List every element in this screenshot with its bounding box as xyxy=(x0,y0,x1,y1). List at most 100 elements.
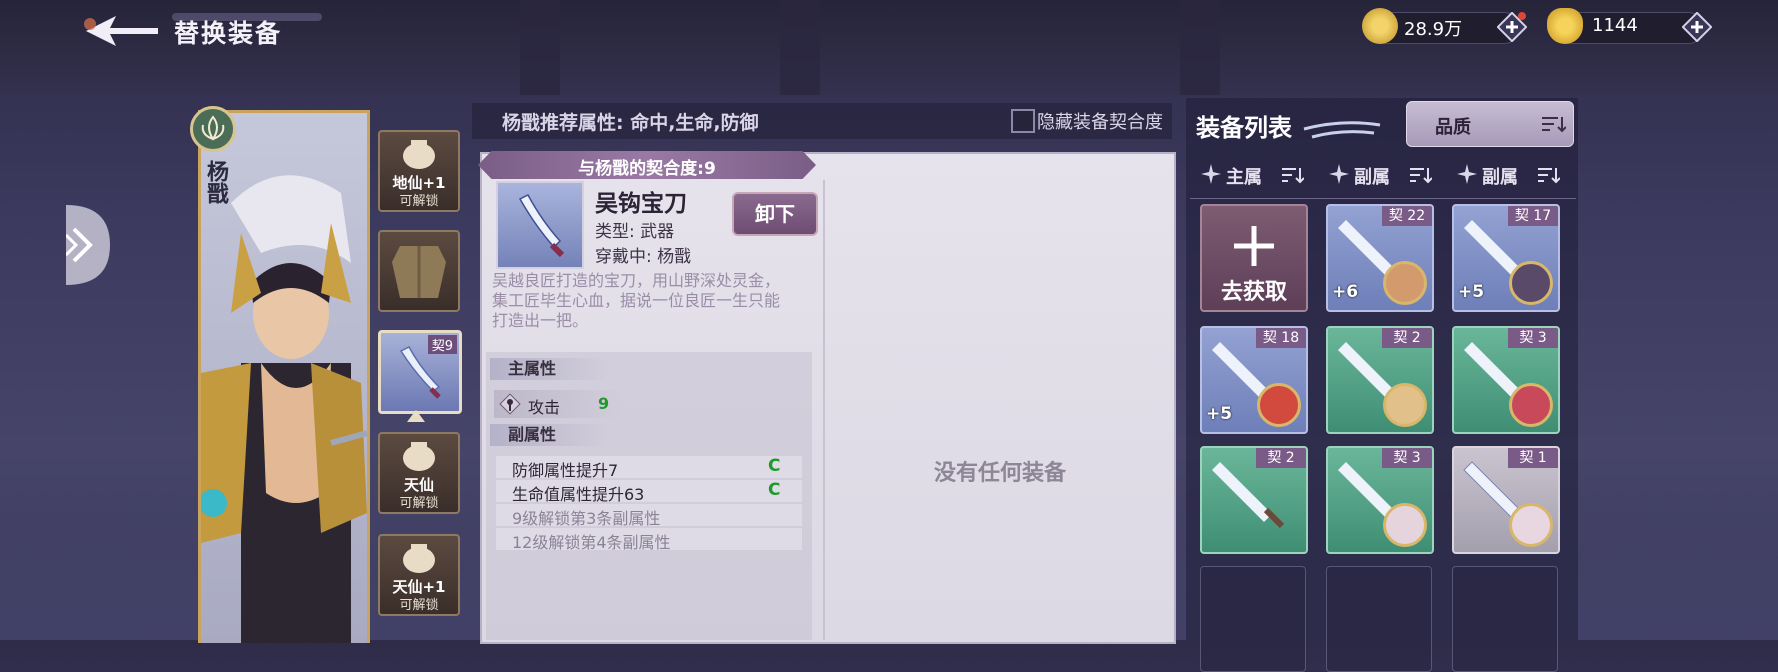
main-attribute-value: 9 xyxy=(598,394,610,413)
filter-sub-attribute-2[interactable]: 副属 xyxy=(1456,160,1576,188)
empty-equipment-cell xyxy=(1452,566,1558,672)
enhance-level: +5 xyxy=(1458,282,1485,302)
armor-icon xyxy=(392,246,446,298)
quality-sort-label[interactable]: 品质 xyxy=(1435,113,1471,139)
enhance-level: +5 xyxy=(1206,404,1233,424)
page-title: 替换装备 xyxy=(174,19,283,48)
panel-divider xyxy=(823,180,825,640)
background-pillar xyxy=(520,0,560,95)
wearer-avatar xyxy=(1509,503,1553,547)
item-name: 吴钩宝刀 xyxy=(595,190,687,217)
sort-icon xyxy=(1282,168,1304,184)
equipment-slot-5[interactable]: 天仙+1 可解锁 xyxy=(378,534,460,616)
filter-divider xyxy=(1190,198,1576,199)
coin-icon xyxy=(1362,8,1398,44)
equipment-slot-4[interactable]: 天仙 可解锁 xyxy=(378,432,460,514)
fit-degree: 与杨戬的契合度:9 xyxy=(578,159,716,179)
hide-fit-label[interactable]: 隐藏装备契合度 xyxy=(1037,108,1163,134)
expand-arrow-icon[interactable] xyxy=(66,205,110,285)
sub-attribute-heading: 副属性 xyxy=(490,424,608,446)
slot-status: 可解锁 xyxy=(399,598,439,613)
fit-tag: 契9 xyxy=(427,335,457,354)
add-ingot-button[interactable] xyxy=(1682,12,1712,42)
lock-bag-icon xyxy=(403,544,435,573)
sort-icon[interactable] xyxy=(1540,115,1566,133)
attack-icon xyxy=(499,393,521,415)
wearer-avatar xyxy=(1509,383,1553,427)
equipment-item[interactable]: 契 1 xyxy=(1452,446,1560,554)
equipment-slot-weapon-selected[interactable]: 契9 xyxy=(378,330,462,414)
equipment-item[interactable]: 契 22 +6 xyxy=(1326,204,1434,312)
cloud-ornament-icon xyxy=(1303,121,1381,139)
get-equipment-label: 去获取 xyxy=(1220,280,1287,305)
equipment-item[interactable]: 契 3 xyxy=(1326,446,1434,554)
fit-tag: 契 22 xyxy=(1382,206,1432,226)
wearer-avatar xyxy=(1257,383,1301,427)
filter-label: 副属 xyxy=(1482,167,1518,188)
wearer-avatar xyxy=(1509,261,1553,305)
equipment-item[interactable]: 契 18 +5 xyxy=(1200,326,1308,434)
sub-attribute-text: 防御属性提升7 xyxy=(512,461,619,480)
hide-fit-checkbox[interactable] xyxy=(1011,109,1035,133)
empty-equipment-cell xyxy=(1326,566,1432,672)
hero-name: 杨戬 xyxy=(203,160,229,204)
sub-attribute-locked: 12级解锁第4条副属性 xyxy=(512,533,671,552)
slot-status: 可解锁 xyxy=(399,194,439,209)
slot-status: 可解锁 xyxy=(399,496,439,511)
fit-tag: 契 2 xyxy=(1256,448,1306,468)
saber-icon xyxy=(518,194,565,258)
main-attribute-heading: 主属性 xyxy=(490,358,608,380)
sub-attribute-locked: 9级解锁第3条副属性 xyxy=(512,509,661,528)
sort-icon xyxy=(1410,168,1432,184)
recommend-attributes: 杨戬推荐属性: 命中,生命,防御 xyxy=(502,112,759,134)
ingot-amount: 1144 xyxy=(1592,15,1638,36)
filter-label: 主属 xyxy=(1226,167,1262,188)
equipment-item[interactable]: 契 17 +5 xyxy=(1452,204,1560,312)
back-arrow-icon[interactable] xyxy=(80,10,160,52)
sub-attribute-text: 生命值属性提升63 xyxy=(512,485,645,504)
fit-tag: 契 3 xyxy=(1508,328,1558,348)
equipment-item[interactable]: 契 2 xyxy=(1200,446,1308,554)
background-pillar xyxy=(1180,0,1220,95)
sparkle-icon xyxy=(1201,164,1221,184)
item-icon xyxy=(496,181,584,269)
wearer-avatar xyxy=(1383,261,1427,305)
equipment-slot-1[interactable]: 地仙+1 可解锁 xyxy=(378,130,460,212)
selected-indicator-icon xyxy=(407,410,425,422)
sub-grade-icon: C xyxy=(768,456,781,476)
sparkle-icon xyxy=(1457,164,1477,184)
gold-amount: 28.9万 xyxy=(1404,19,1463,40)
equipment-list-title: 装备列表 xyxy=(1196,113,1292,142)
empty-compare-message: 没有任何装备 xyxy=(933,461,1066,486)
empty-equipment-cell xyxy=(1200,566,1306,672)
hero-faction-badge xyxy=(190,106,236,152)
gold-ingot-icon xyxy=(1547,8,1583,44)
item-type: 类型: 武器 xyxy=(595,222,675,242)
fit-tag: 契 18 xyxy=(1256,328,1306,348)
get-equipment-button[interactable]: 去获取 xyxy=(1200,204,1308,312)
lock-bag-icon xyxy=(403,442,435,471)
equipment-slot-armor[interactable] xyxy=(378,230,460,312)
fit-tag: 契 17 xyxy=(1508,206,1558,226)
filter-label: 副属 xyxy=(1354,167,1390,188)
fit-tag: 契 1 xyxy=(1508,448,1558,468)
wearer-avatar xyxy=(1383,503,1427,547)
unequip-button[interactable]: 卸下 xyxy=(732,192,818,236)
item-description: 吴越良匠打造的宝刀，用山野深处灵金，集工匠毕生心血，据说一位良匠一生只能打造出一… xyxy=(492,271,781,330)
lock-bag-icon xyxy=(403,140,435,169)
main-attribute-name: 攻击 xyxy=(528,398,561,417)
plus-icon xyxy=(1234,226,1274,266)
sort-icon xyxy=(1538,168,1560,184)
equipment-item[interactable]: 契 2 xyxy=(1326,326,1434,434)
fit-tag: 契 3 xyxy=(1382,448,1432,468)
filter-main-attribute[interactable]: 主属 xyxy=(1200,160,1320,188)
sub-grade-icon: C xyxy=(768,480,781,500)
filter-sub-attribute-1[interactable]: 副属 xyxy=(1328,160,1448,188)
wearer-avatar xyxy=(1383,383,1427,427)
sparkle-icon xyxy=(1329,164,1349,184)
item-wearer: 穿戴中: 杨戬 xyxy=(595,247,692,267)
equipment-item[interactable]: 契 3 xyxy=(1452,326,1560,434)
background-pillar xyxy=(780,0,820,95)
fit-tag: 契 2 xyxy=(1382,328,1432,348)
add-gold-button[interactable] xyxy=(1497,12,1527,42)
